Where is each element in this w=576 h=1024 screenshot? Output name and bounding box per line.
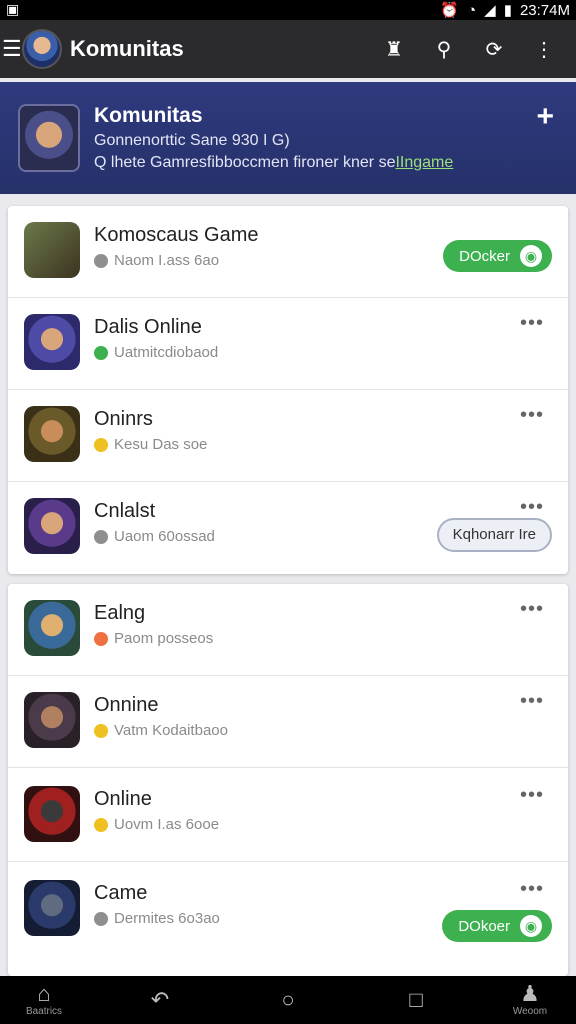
list-item[interactable]: Ealng Paom posseos ••• — [8, 584, 568, 676]
person-icon: ♟ — [520, 981, 540, 1006]
refresh-icon[interactable]: ⟳ — [482, 37, 506, 62]
app-avatar[interactable] — [22, 29, 62, 69]
item-title: Oninrs — [94, 408, 153, 430]
game-icon — [24, 406, 80, 462]
community-avatar — [18, 104, 80, 172]
search-icon[interactable]: ⚲ — [432, 37, 456, 62]
item-subtitle-text: Kesu Das soe — [114, 436, 208, 453]
item-subtitle: Uovm I.as 6ooe — [94, 816, 219, 833]
alarm-icon: ⏰ — [440, 2, 460, 19]
join-button-label: DOkoer — [458, 917, 510, 935]
description-link[interactable]: IIngame — [395, 154, 453, 171]
community-description: Q lhete Gamresfibboccmen fironer kner se… — [94, 154, 453, 172]
status-dot — [94, 723, 108, 738]
item-title: Cnlalst — [94, 500, 156, 522]
community-title: Komunitas — [94, 104, 203, 127]
battery-icon: ▮ — [503, 2, 512, 19]
join-community-button[interactable]: Kqhonarr Ire — [436, 518, 552, 552]
join-button-label: DOcker — [459, 247, 510, 265]
item-subtitle-text: Uovm I.as 6ooe — [114, 816, 220, 833]
more-vert-icon[interactable]: ⋮ — [532, 37, 556, 62]
signal-icon: ◢ — [484, 2, 496, 19]
item-subtitle: Kesu Das soe — [94, 436, 207, 453]
status-dot — [94, 911, 108, 926]
status-bar: ▣ ⏰ ◔ ◢ ▮ 23:74M — [0, 0, 576, 20]
list-item[interactable]: Dalis Online Uatmitcdiobaod ••• — [8, 298, 568, 390]
chat-icon: ◉ — [520, 245, 542, 267]
home-circle-icon[interactable]: ○ — [258, 988, 318, 1012]
join-button[interactable]: DOkoer ◉ — [442, 910, 552, 942]
item-subtitle: Dermites 6o3ao — [94, 910, 220, 927]
group-icon[interactable]: ♜ — [382, 37, 406, 62]
back-icon[interactable]: ↶ — [130, 988, 190, 1012]
item-subtitle: Uatmitcdiobaod — [94, 344, 218, 361]
item-subtitle-text: Uatmitcdiobaod — [114, 344, 219, 361]
more-options-icon[interactable]: ••• — [520, 404, 544, 427]
item-subtitle: Paom posseos — [94, 630, 213, 647]
community-list-card-1: Komoscaus Game Naom I.ass 6ao DOcker ◉ Da… — [8, 206, 568, 574]
status-dot — [94, 253, 108, 268]
app-title: Komunitas — [70, 36, 184, 61]
item-subtitle: Naom I.ass 6ao — [94, 252, 219, 269]
community-subtitle: Gonnenorttic Sane 930 I G) — [94, 132, 290, 149]
item-subtitle: Vatm Kodaitbaoo — [94, 722, 228, 739]
status-dot — [94, 345, 108, 360]
nav-home-label: Baatrics — [25, 1006, 63, 1017]
bottom-navigation: ⌂ Baatrics ↶ ○ □ ♟ Weoom — [0, 976, 576, 1024]
status-dot — [94, 529, 108, 544]
list-item[interactable]: Onnine Vatm Kodaitbaoo ••• — [8, 676, 568, 768]
item-subtitle-text: Uaom 60ossad — [114, 528, 215, 545]
join-button[interactable]: DOcker ◉ — [443, 240, 552, 272]
more-options-icon[interactable]: ••• — [520, 878, 544, 901]
chat-icon: ◉ — [520, 915, 542, 937]
list-item[interactable]: Cnlalst Uaom 60ossad ••• Kqhonarr Ire — [8, 482, 568, 574]
community-header: Komunitas Gonnenorttic Sane 930 I G) Q l… — [0, 82, 576, 194]
description-text: Q lhete Gamresfibboccmen fironer kner se — [94, 154, 396, 171]
nav-profile-label: Weoom — [512, 1006, 548, 1017]
more-options-icon[interactable]: ••• — [520, 496, 544, 519]
community-list-card-2: Ealng Paom posseos ••• Onnine Vatm Kodai… — [8, 584, 568, 976]
item-subtitle-text: Dermites 6o3ao — [114, 910, 220, 927]
status-dot — [94, 437, 108, 452]
list-item[interactable]: Online Uovm I.as 6ooe ••• — [8, 770, 568, 862]
item-title: Came — [94, 882, 148, 904]
game-icon — [24, 222, 80, 278]
more-options-icon[interactable]: ••• — [520, 784, 544, 807]
home-icon: ⌂ — [37, 981, 51, 1006]
item-title: Online — [94, 788, 152, 810]
list-item[interactable]: Oninrs Kesu Das soe ••• — [8, 390, 568, 482]
item-title: Ealng — [94, 602, 146, 624]
more-options-icon[interactable]: ••• — [520, 690, 544, 713]
list-item[interactable]: Komoscaus Game Naom I.ass 6ao DOcker ◉ — [8, 206, 568, 298]
game-icon — [24, 498, 80, 554]
nav-home[interactable]: ⌂ Baatrics — [14, 981, 74, 1018]
game-icon — [24, 692, 80, 748]
item-subtitle-text: Naom I.ass 6ao — [114, 252, 220, 269]
status-time: 23:74M — [519, 1, 570, 19]
item-subtitle-text: Paom posseos — [114, 630, 214, 647]
game-icon — [24, 314, 80, 370]
menu-icon[interactable]: ☰ — [0, 36, 22, 62]
gallery-icon: ▣ — [6, 1, 20, 17]
item-subtitle-text: Vatm Kodaitbaoo — [114, 722, 228, 739]
game-icon — [24, 600, 80, 656]
more-options-icon[interactable]: ••• — [520, 312, 544, 335]
add-icon[interactable]: + — [536, 100, 554, 134]
item-title: Onnine — [94, 694, 159, 716]
item-title: Dalis Online — [94, 316, 202, 338]
nav-profile[interactable]: ♟ Weoom — [500, 981, 560, 1018]
wifi-icon: ◔ — [467, 1, 477, 19]
status-dot — [94, 631, 108, 646]
list-item[interactable]: Came Dermites 6o3ao ••• DOkoer ◉ — [8, 864, 568, 956]
item-subtitle: Uaom 60ossad — [94, 528, 215, 545]
game-icon — [24, 880, 80, 936]
item-title: Komoscaus Game — [94, 224, 259, 246]
app-bar: ☰ Komunitas ♜ ⚲ ⟳ ⋮ — [0, 20, 576, 78]
more-options-icon[interactable]: ••• — [520, 598, 544, 621]
recents-icon[interactable]: □ — [386, 988, 446, 1012]
status-dot — [94, 817, 108, 832]
status-icons: ⏰ ◔ ◢ ▮ 23:74M — [440, 1, 570, 20]
game-icon — [24, 786, 80, 842]
